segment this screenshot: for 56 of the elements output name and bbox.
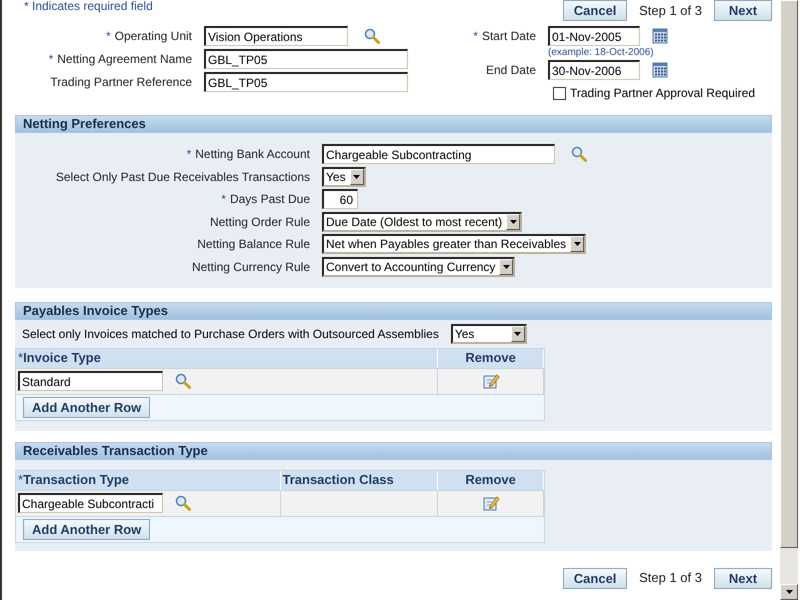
search-icon[interactable] <box>571 146 587 162</box>
nav-button[interactable]: Next <box>714 568 772 588</box>
nav-button[interactable]: Cancel <box>563 568 628 588</box>
add-row-button[interactable]: Add Another Row <box>23 396 150 418</box>
input-field[interactable]: Vision Operations <box>204 26 348 46</box>
section-header: Payables Invoice Types <box>15 302 772 320</box>
field-label: * Days Past Due <box>220 191 311 208</box>
section-header: Receivables Transaction Type <box>15 442 772 460</box>
nav-button[interactable]: Next <box>714 0 772 21</box>
dropdown[interactable]: Yes <box>322 166 366 186</box>
dropdown[interactable]: Convert to Accounting Currency <box>322 256 516 276</box>
field-label: Netting Order Rule <box>208 214 311 230</box>
caret-icon <box>353 174 360 178</box>
calendar-icon[interactable] <box>652 28 668 44</box>
step-indicator: Step 1 of 3 <box>638 569 703 588</box>
checkbox[interactable] <box>553 86 566 100</box>
edit-icon[interactable] <box>482 372 500 390</box>
input-field[interactable]: 01-Nov-2005 <box>548 26 640 46</box>
input-field[interactable]: 60 <box>322 189 358 209</box>
dropdown[interactable]: Due Date (Oldest to most recent) <box>322 212 522 232</box>
field-label: * Start Date <box>472 28 537 45</box>
field-label: * Netting Bank Account <box>186 146 311 163</box>
field-label: Netting Currency Rule <box>190 258 311 276</box>
input-field[interactable]: Standard <box>18 371 163 391</box>
caret-icon <box>574 242 581 246</box>
scrollbar[interactable] <box>780 0 798 600</box>
input-field[interactable]: Chargeable Subcontracti <box>18 493 163 513</box>
field-label: Select Only Past Due Receivables Transactions <box>54 168 311 186</box>
section-header: Netting Preferences <box>15 115 772 133</box>
calendar-icon[interactable] <box>652 62 668 78</box>
field-label: Trading Partner Reference <box>49 74 193 91</box>
caret-icon <box>510 220 517 224</box>
field-label: End Date <box>484 62 537 79</box>
caret-icon <box>514 332 522 336</box>
input-field[interactable]: GBL_TP05 <box>204 49 408 69</box>
caret-icon <box>502 264 510 268</box>
date-hint: (example: 18-Oct-2006) <box>548 47 655 59</box>
input-field[interactable]: GBL_TP05 <box>204 72 408 92</box>
required-note: * Indicates required field <box>23 0 153 12</box>
field-label: * Netting Agreement Name <box>48 51 193 68</box>
checkbox-label: Trading Partner Approval Required <box>570 85 755 102</box>
search-icon[interactable] <box>175 373 191 389</box>
search-icon[interactable] <box>175 495 191 511</box>
input-field[interactable]: 30-Nov-2006 <box>548 60 640 80</box>
edit-icon[interactable] <box>482 494 500 512</box>
nav-button[interactable]: Cancel <box>563 0 628 21</box>
field-label: Netting Balance Rule <box>196 236 311 253</box>
step-indicator: Step 1 of 3 <box>638 2 703 20</box>
dropdown[interactable]: Net when Payables greater than Receivables <box>322 234 586 254</box>
dropdown[interactable]: Yes <box>450 324 527 344</box>
scroll-down-icon[interactable] <box>786 590 792 594</box>
search-icon[interactable] <box>364 28 380 44</box>
field-label: Select only Invoices matched to Purchase Orders with Outsourced Assemblies <box>22 326 440 342</box>
field-label: * Operating Unit <box>104 28 193 45</box>
input-field[interactable]: Chargeable Subcontracting <box>322 144 555 164</box>
add-row-button[interactable]: Add Another Row <box>23 518 150 540</box>
